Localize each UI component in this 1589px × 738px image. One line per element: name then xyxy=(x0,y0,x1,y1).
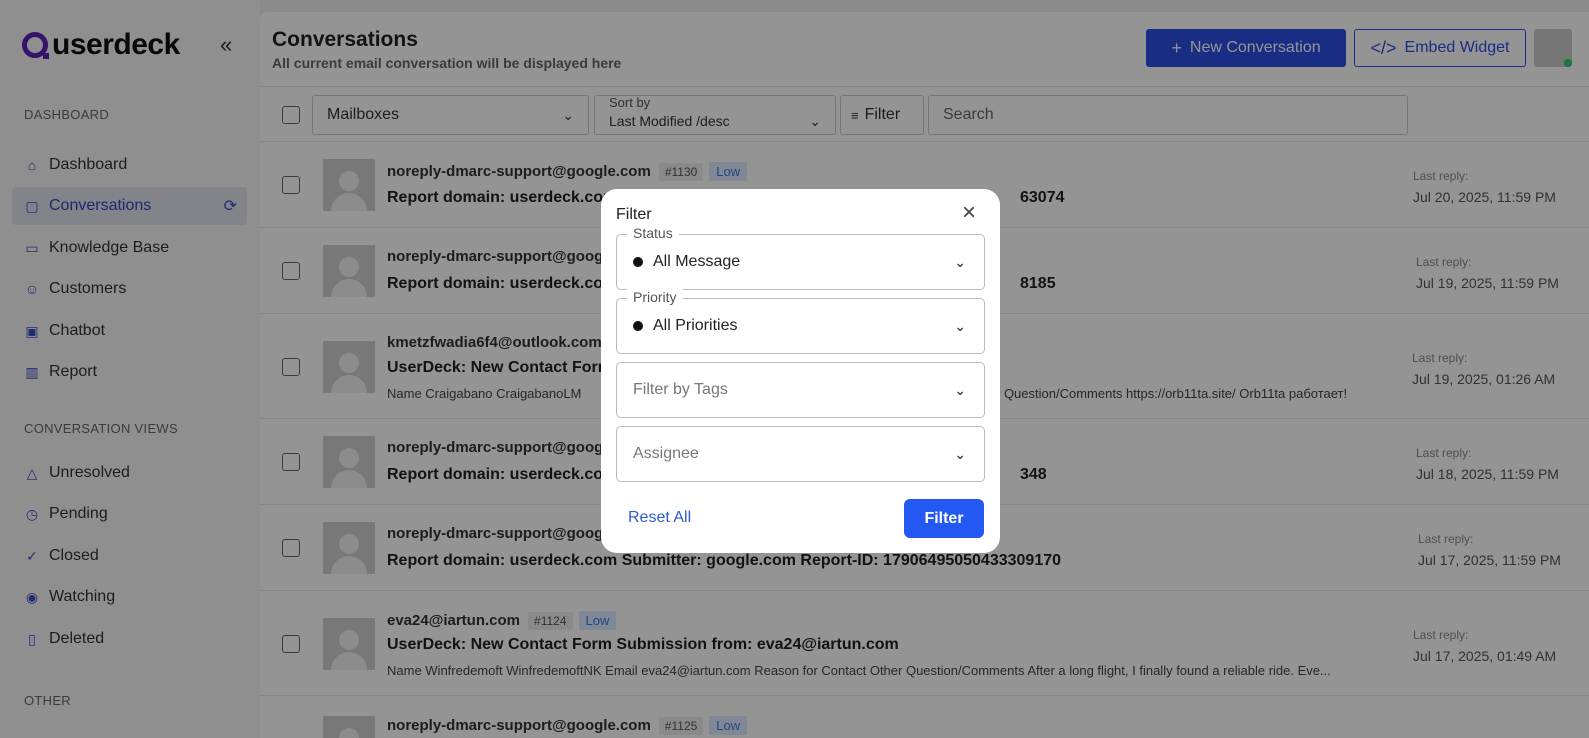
chevron-down-icon: ⌄ xyxy=(954,445,966,462)
tags-placeholder: Filter by Tags xyxy=(633,381,728,398)
status-value: All Message xyxy=(653,253,741,270)
bullet-icon xyxy=(633,257,643,267)
chevron-down-icon: ⌄ xyxy=(954,317,966,334)
status-select[interactable]: Status All Message ⌄ xyxy=(616,225,985,290)
assignee-placeholder: Assignee xyxy=(633,445,699,462)
modal-title: Filter xyxy=(616,206,652,223)
filter-modal: Filter × Status All Message ⌄ Priority A… xyxy=(601,189,1000,553)
status-label: Status xyxy=(627,225,679,241)
tags-select[interactable]: Filter by Tags ⌄ xyxy=(616,362,985,418)
apply-filter-button[interactable]: Filter xyxy=(904,499,984,538)
priority-select[interactable]: Priority All Priorities ⌄ xyxy=(616,289,985,354)
chevron-down-icon: ⌄ xyxy=(954,381,966,398)
priority-label: Priority xyxy=(627,289,683,305)
assignee-select[interactable]: Assignee ⌄ xyxy=(616,426,985,482)
reset-all-button[interactable]: Reset All xyxy=(628,509,691,527)
chevron-down-icon: ⌄ xyxy=(954,253,966,270)
bullet-icon xyxy=(633,321,643,331)
priority-value: All Priorities xyxy=(653,317,738,334)
close-icon[interactable]: × xyxy=(958,201,980,225)
